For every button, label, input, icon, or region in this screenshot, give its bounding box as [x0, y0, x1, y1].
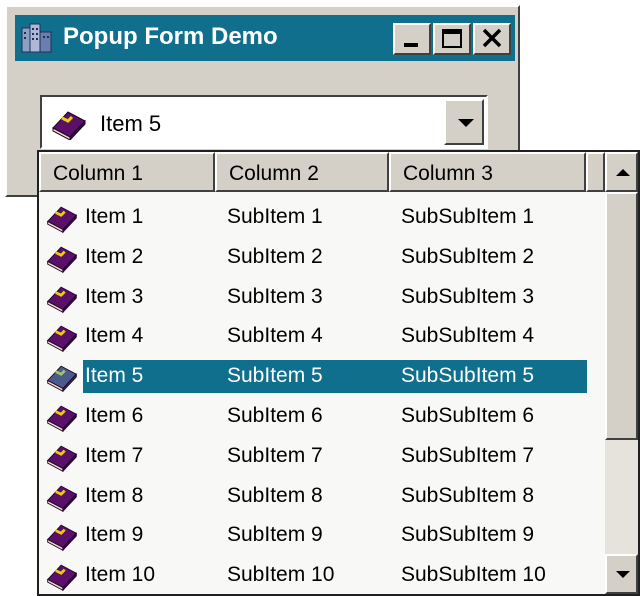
chevron-down-icon	[616, 571, 630, 578]
book-icon	[45, 480, 79, 517]
scroll-thumb[interactable]	[605, 192, 638, 440]
title-bar[interactable]: Popup Form Demo	[15, 15, 515, 61]
list-item[interactable]: Item 5 SubItem 5 SubSubItem 5	[39, 357, 604, 397]
book-icon	[45, 281, 79, 318]
item-cell: Item 4	[85, 324, 144, 348]
subsubitem-cell: SubSubItem 9	[401, 523, 535, 547]
column-header-2[interactable]: Column 2	[215, 152, 389, 192]
book-icon	[45, 320, 79, 357]
list-rows: Item 1 SubItem 1 SubSubItem 1 Item 2 SubItem…	[39, 198, 604, 596]
list-item[interactable]: Item 10 SubItem 10 SubSubItem 10	[39, 556, 604, 596]
subitem-cell: SubItem 4	[227, 324, 323, 348]
close-icon	[482, 28, 502, 48]
scroll-down-button[interactable]	[605, 554, 638, 594]
column-header-1[interactable]: Column 1	[39, 152, 215, 192]
window-title: Popup Form Demo	[63, 23, 278, 50]
subsubitem-cell: SubSubItem 6	[401, 403, 535, 427]
book-icon	[50, 106, 88, 145]
item-cell: Item 1	[85, 205, 144, 228]
subitem-cell: SubItem 2	[227, 244, 323, 268]
subitem-cell: SubItem 8	[227, 483, 323, 507]
book-icon	[45, 241, 79, 278]
list-item[interactable]: Item 4 SubItem 4 SubSubItem 4	[39, 317, 604, 357]
subsubitem-cell: SubSubItem 4	[401, 324, 535, 348]
subsubitem-cell: SubSubItem 3	[401, 284, 535, 308]
subsubitem-cell: SubSubItem 2	[401, 244, 535, 268]
subitem-cell: SubItem 10	[227, 563, 335, 587]
vertical-scrollbar[interactable]	[605, 152, 638, 594]
item-combo-box[interactable]: Item 5	[40, 95, 488, 149]
list-item[interactable]: Item 9 SubItem 9 SubSubItem 9	[39, 516, 604, 556]
minimize-icon	[404, 43, 418, 47]
close-button[interactable]	[473, 23, 511, 55]
subitem-cell: SubItem 3	[227, 284, 323, 308]
column-header-filler	[586, 152, 605, 192]
building-icon	[21, 22, 53, 54]
item-cell: Item 6	[85, 403, 144, 427]
list-item[interactable]: Item 2 SubItem 2 SubSubItem 2	[39, 238, 604, 278]
minimize-button[interactable]	[393, 23, 431, 55]
item-cell: Item 3	[85, 284, 144, 308]
list-item[interactable]: Item 8 SubItem 8 SubSubItem 8	[39, 477, 604, 517]
maximize-button[interactable]	[433, 23, 471, 55]
popup-list: Column 1 Column 2 Column 3 Item 1 SubItem…	[37, 150, 640, 596]
subsubitem-cell: SubSubItem 7	[401, 443, 535, 467]
subsubitem-cell: SubSubItem 1	[401, 205, 535, 228]
column-header-3[interactable]: Column 3	[389, 152, 586, 192]
subsubitem-cell: SubSubItem 5	[401, 364, 535, 388]
list-item[interactable]: Item 6 SubItem 6 SubSubItem 6	[39, 397, 604, 437]
list-item[interactable]: Item 3 SubItem 3 SubSubItem 3	[39, 278, 604, 318]
scroll-up-button[interactable]	[605, 152, 638, 192]
item-cell: Item 2	[85, 244, 144, 268]
item-cell: Item 5	[85, 364, 144, 388]
book-icon	[45, 400, 79, 437]
subitem-cell: SubItem 9	[227, 523, 323, 547]
subitem-cell: SubItem 1	[227, 205, 323, 228]
subsubitem-cell: SubSubItem 10	[401, 563, 546, 587]
item-cell: Item 10	[85, 563, 156, 587]
maximize-icon	[442, 29, 462, 48]
book-icon	[45, 360, 79, 397]
chevron-down-icon	[458, 119, 474, 127]
subitem-cell: SubItem 5	[227, 364, 323, 388]
item-cell: Item 7	[85, 443, 144, 467]
combo-selected-text: Item 5	[100, 111, 162, 136]
subsubitem-cell: SubSubItem 8	[401, 483, 535, 507]
subitem-cell: SubItem 6	[227, 403, 323, 427]
book-icon	[45, 440, 79, 477]
list-header: Column 1 Column 2 Column 3	[39, 152, 605, 192]
book-icon	[45, 559, 79, 596]
subitem-cell: SubItem 7	[227, 443, 323, 467]
item-cell: Item 9	[85, 523, 144, 547]
combo-dropdown-button[interactable]	[444, 99, 484, 145]
list-item[interactable]: Item 1 SubItem 1 SubSubItem 1	[39, 198, 604, 238]
list-item[interactable]: Item 7 SubItem 7 SubSubItem 7	[39, 437, 604, 477]
book-icon	[45, 201, 79, 238]
book-icon	[45, 519, 79, 556]
item-cell: Item 8	[85, 483, 144, 507]
chevron-up-icon	[616, 169, 630, 176]
